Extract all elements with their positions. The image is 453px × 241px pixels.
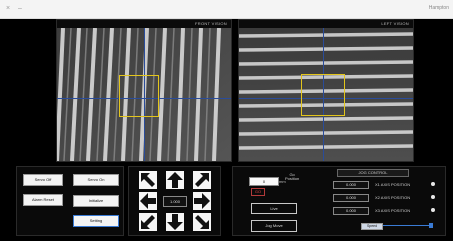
servo-control-panel: Servo Off Servo On Alarm Reset Initializ… — [16, 166, 124, 236]
x2-axis-label: X2 AXIS POSITION — [375, 195, 411, 200]
close-icon[interactable]: × — [4, 5, 12, 13]
setting-button[interactable]: Setting — [73, 215, 119, 227]
x1-axis-value: 0.000 — [333, 181, 369, 189]
servo-off-button[interactable]: Servo Off — [23, 174, 63, 186]
app-title: Hampton — [428, 5, 449, 11]
arrow-up-left-icon[interactable] — [139, 171, 157, 189]
x1-axis-label: X1 AXIS POSITION — [375, 182, 411, 187]
go-position-label: Go Position — [285, 173, 299, 181]
left-camera-panel: LEFT VISION — [238, 19, 414, 162]
jog-arrow-panel: 1.000 — [128, 166, 221, 236]
front-camera-panel: FRONT VISION — [56, 19, 232, 162]
arrow-right-icon[interactable] — [193, 192, 211, 210]
minimize-icon[interactable]: – — [16, 5, 24, 13]
live-button[interactable]: Live — [251, 203, 297, 214]
front-roi-box[interactable] — [119, 75, 159, 117]
control-header: JOG CONTROL — [337, 169, 409, 177]
x2-axis-value: 0.000 — [333, 194, 369, 202]
speed-slider-track[interactable] — [383, 225, 433, 226]
speed-slider-handle[interactable] — [429, 223, 433, 228]
title-bar: × – Hampton — [0, 0, 453, 19]
servo-on-button[interactable]: Servo On — [73, 174, 119, 186]
mm-unit-label: mm — [279, 179, 286, 184]
arrow-up-icon[interactable] — [166, 171, 184, 189]
initialize-button[interactable]: Initialize — [73, 195, 119, 207]
speed-label: Speed — [361, 223, 383, 230]
arrow-down-right-icon[interactable] — [193, 213, 211, 231]
main-window: × – Hampton FRONT VISION LEFT VISION Ser… — [0, 0, 453, 241]
x3-axis-value: 0.000 — [333, 207, 369, 215]
left-roi-box[interactable] — [301, 74, 345, 116]
left-camera-header: LEFT VISION — [239, 20, 413, 28]
arrow-down-icon[interactable] — [166, 213, 184, 231]
x2-axis-indicator — [431, 195, 435, 199]
alarm-reset-button[interactable]: Alarm Reset — [23, 194, 63, 206]
jog-step-field[interactable]: 1.000 — [163, 196, 187, 207]
arrow-left-icon[interactable] — [139, 192, 157, 210]
arrow-up-right-icon[interactable] — [193, 171, 211, 189]
left-camera-title: LEFT VISION — [381, 21, 409, 26]
arrow-down-left-icon[interactable] — [139, 213, 157, 231]
front-camera-title: FRONT VISION — [195, 21, 227, 26]
jog-move-button[interactable]: Jog Move — [251, 220, 297, 232]
x3-axis-label: X3 AXIS POSITION — [375, 208, 411, 213]
go-position-input[interactable]: 0 — [249, 177, 279, 186]
x3-axis-indicator — [431, 208, 435, 212]
go-position-label-line2: Position — [285, 176, 300, 181]
front-camera-header: FRONT VISION — [57, 20, 231, 28]
x1-axis-indicator — [431, 182, 435, 186]
position-control-panel: Go Position 0 mm GO Live Jog Move JOG CO… — [232, 166, 446, 236]
go-button[interactable]: GO — [251, 188, 265, 196]
